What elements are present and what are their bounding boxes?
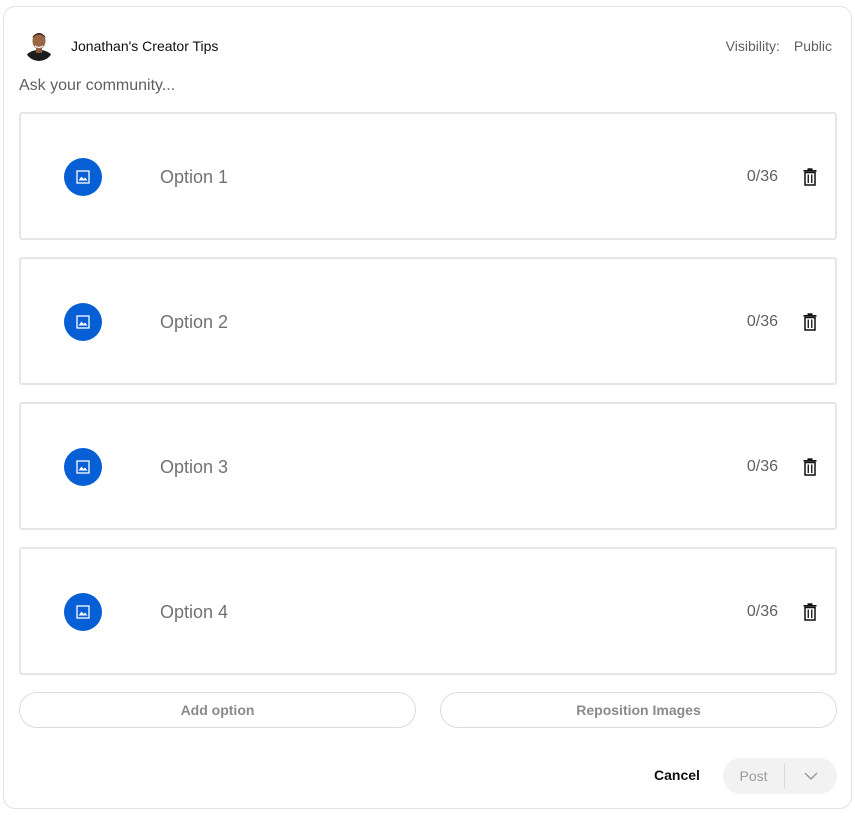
add-image-button[interactable]: [64, 448, 102, 486]
visibility-value[interactable]: Public: [794, 38, 832, 54]
add-image-button[interactable]: [64, 303, 102, 341]
reposition-images-button[interactable]: Reposition Images: [440, 692, 837, 728]
question-input[interactable]: Ask your community...: [19, 77, 175, 95]
option-char-count: 0/36: [746, 603, 778, 620]
avatar: [24, 29, 54, 61]
trash-icon[interactable]: [803, 168, 817, 186]
option-input[interactable]: Option 3: [160, 457, 228, 478]
option-char-count: 0/36: [746, 313, 778, 330]
option-input[interactable]: Option 1: [160, 167, 228, 188]
trash-icon[interactable]: [803, 458, 817, 476]
add-option-button[interactable]: Add option: [19, 692, 416, 728]
channel-name: Jonathan's Creator Tips: [71, 38, 219, 54]
add-image-button[interactable]: [64, 158, 102, 196]
visibility-selector[interactable]: Visibility: Public: [726, 38, 832, 54]
post-button[interactable]: Post: [723, 758, 784, 794]
post-header: Jonathan's Creator Tips Visibility: Publi…: [24, 29, 834, 63]
image-icon: [76, 315, 90, 329]
poll-option: Option 1 0/36: [19, 112, 837, 240]
poll-option: Option 4 0/36: [19, 547, 837, 675]
post-button-group: Post: [723, 758, 837, 794]
image-icon: [76, 170, 90, 184]
option-input[interactable]: Option 4: [160, 602, 228, 623]
image-icon: [76, 460, 90, 474]
chevron-down-icon: [804, 772, 818, 780]
option-input[interactable]: Option 2: [160, 312, 228, 333]
add-image-button[interactable]: [64, 593, 102, 631]
poll-option: Option 3 0/36: [19, 402, 837, 530]
cancel-button[interactable]: Cancel: [640, 758, 714, 792]
poll-option: Option 2 0/36: [19, 257, 837, 385]
option-char-count: 0/36: [746, 458, 778, 475]
visibility-label: Visibility:: [725, 38, 780, 54]
option-char-count: 0/36: [746, 168, 778, 185]
image-icon: [76, 605, 90, 619]
trash-icon[interactable]: [803, 603, 817, 621]
trash-icon[interactable]: [803, 313, 817, 331]
post-options-dropdown[interactable]: [785, 758, 837, 794]
